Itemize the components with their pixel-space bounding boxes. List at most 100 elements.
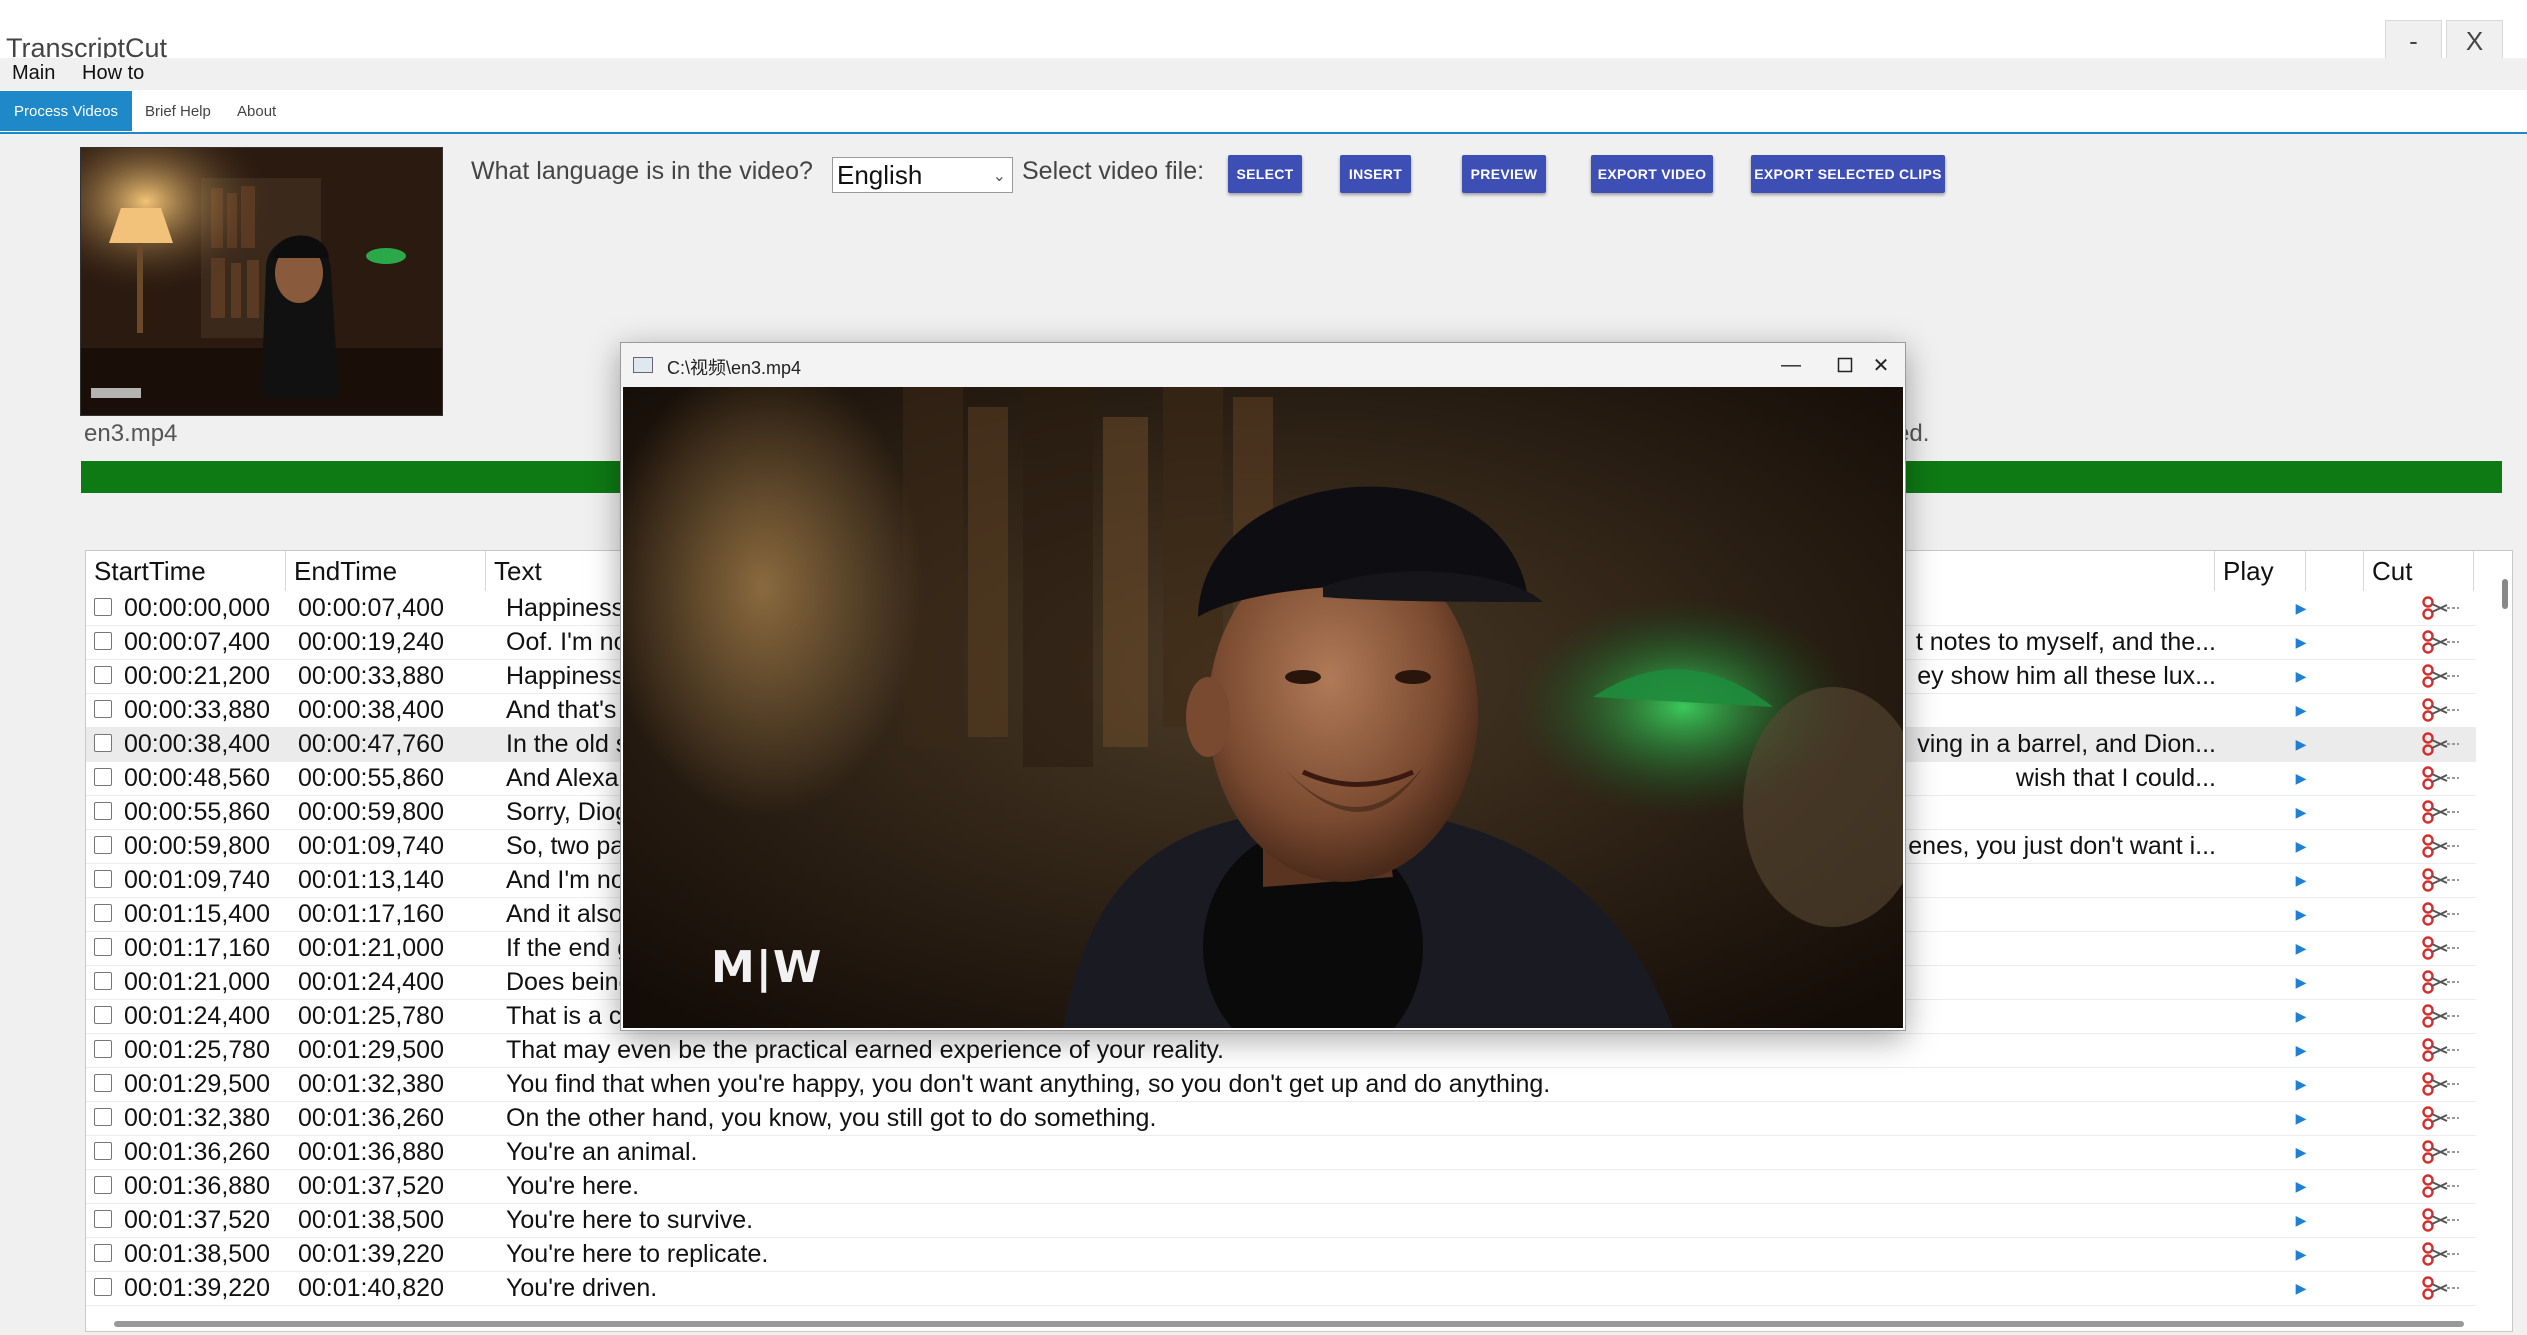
header-play[interactable]: Play — [2214, 551, 2364, 591]
row-checkbox[interactable] — [94, 734, 112, 752]
row-checkbox[interactable] — [94, 632, 112, 650]
row-checkbox[interactable] — [94, 1278, 112, 1296]
cut-scissors-icon[interactable] — [2421, 731, 2461, 757]
row-checkbox[interactable] — [94, 802, 112, 820]
play-icon[interactable]: ▶ — [2286, 1237, 2316, 1271]
table-row[interactable]: 00:01:29,500 00:01:32,380 You find that wh… — [86, 1067, 2476, 1102]
play-icon[interactable]: ▶ — [2286, 795, 2316, 829]
cut-scissors-icon[interactable] — [2421, 867, 2461, 893]
row-checkbox[interactable] — [94, 1176, 112, 1194]
row-checkbox[interactable] — [94, 598, 112, 616]
row-checkbox[interactable] — [94, 904, 112, 922]
header-cut[interactable]: Cut — [2364, 551, 2474, 591]
video-window-title-bar[interactable]: C:\视频\en3.mp4 — ✕ — [621, 343, 1905, 387]
play-icon[interactable]: ▶ — [2286, 591, 2316, 625]
table-row[interactable]: 00:01:38,500 00:01:39,220 You're here to r… — [86, 1237, 2476, 1272]
header-end-time[interactable]: EndTime — [286, 551, 486, 591]
table-row[interactable]: 00:01:32,380 00:01:36,260 On the other han… — [86, 1101, 2476, 1136]
play-icon[interactable]: ▶ — [2286, 1169, 2316, 1203]
cut-scissors-icon[interactable] — [2421, 1003, 2461, 1029]
row-checkbox[interactable] — [94, 938, 112, 956]
play-icon[interactable]: ▶ — [2286, 897, 2316, 931]
cut-scissors-icon[interactable] — [2421, 1241, 2461, 1267]
horizontal-scrollbar[interactable] — [114, 1321, 2464, 1327]
cut-scissors-icon[interactable] — [2421, 901, 2461, 927]
play-icon[interactable]: ▶ — [2286, 931, 2316, 965]
table-row[interactable]: 00:01:25,780 00:01:29,500 That may even be… — [86, 1033, 2476, 1068]
cut-scissors-icon[interactable] — [2421, 1071, 2461, 1097]
row-end-time: 00:00:38,400 — [298, 695, 444, 724]
play-icon[interactable]: ▶ — [2286, 625, 2316, 659]
cut-scissors-icon[interactable] — [2421, 969, 2461, 995]
play-icon[interactable]: ▶ — [2286, 965, 2316, 999]
table-row[interactable]: 00:01:37,520 00:01:38,500 You're here to s… — [86, 1203, 2476, 1238]
table-row[interactable]: 00:01:39,220 00:01:40,820 You're driven. ▶ — [86, 1271, 2476, 1306]
cut-scissors-icon[interactable] — [2421, 1207, 2461, 1233]
row-checkbox[interactable] — [94, 666, 112, 684]
tab-brief-help[interactable]: Brief Help — [131, 91, 225, 131]
row-checkbox[interactable] — [94, 836, 112, 854]
play-icon[interactable]: ▶ — [2286, 727, 2316, 761]
row-checkbox[interactable] — [94, 1142, 112, 1160]
video-thumbnail — [80, 147, 443, 416]
cut-scissors-icon[interactable] — [2421, 833, 2461, 859]
play-icon[interactable]: ▶ — [2286, 1101, 2316, 1135]
play-icon[interactable]: ▶ — [2286, 693, 2316, 727]
menu-how-to[interactable]: How to — [82, 62, 144, 85]
row-start-time: 00:00:21,200 — [124, 661, 270, 690]
row-checkbox[interactable] — [94, 1040, 112, 1058]
cut-scissors-icon[interactable] — [2421, 595, 2461, 621]
minimize-button[interactable]: - — [2385, 20, 2442, 62]
play-icon[interactable]: ▶ — [2286, 659, 2316, 693]
cut-scissors-icon[interactable] — [2421, 1139, 2461, 1165]
cut-scissors-icon[interactable] — [2421, 629, 2461, 655]
select-button[interactable]: SELECT — [1228, 155, 1302, 193]
vertical-scrollbar[interactable] — [2502, 579, 2508, 609]
tab-process-videos[interactable]: Process Videos — [0, 91, 132, 131]
row-checkbox[interactable] — [94, 1074, 112, 1092]
video-window-close-icon[interactable]: ✕ — [1857, 349, 1905, 381]
preview-button[interactable]: PREVIEW — [1462, 155, 1546, 193]
export-selected-clips-button[interactable]: EXPORT SELECTED CLIPS — [1751, 155, 1945, 193]
menu-main[interactable]: Main — [12, 62, 55, 85]
cut-scissors-icon[interactable] — [2421, 765, 2461, 791]
cut-scissors-icon[interactable] — [2421, 663, 2461, 689]
play-icon[interactable]: ▶ — [2286, 863, 2316, 897]
play-icon[interactable]: ▶ — [2286, 761, 2316, 795]
play-icon[interactable]: ▶ — [2286, 1135, 2316, 1169]
row-end-time: 00:01:21,000 — [298, 933, 444, 962]
play-icon[interactable]: ▶ — [2286, 999, 2316, 1033]
row-checkbox[interactable] — [94, 870, 112, 888]
row-start-time: 00:01:17,160 — [124, 933, 270, 962]
cut-scissors-icon[interactable] — [2421, 1275, 2461, 1301]
play-icon[interactable]: ▶ — [2286, 1203, 2316, 1237]
row-start-time: 00:00:33,880 — [124, 695, 270, 724]
play-icon[interactable]: ▶ — [2286, 1067, 2316, 1101]
row-checkbox[interactable] — [94, 972, 112, 990]
row-checkbox[interactable] — [94, 700, 112, 718]
play-icon[interactable]: ▶ — [2286, 1271, 2316, 1305]
language-select[interactable]: English ⌄ — [832, 157, 1013, 193]
row-checkbox[interactable] — [94, 1244, 112, 1262]
row-end-time: 00:01:38,500 — [298, 1205, 444, 1234]
cut-scissors-icon[interactable] — [2421, 697, 2461, 723]
insert-button[interactable]: INSERT — [1340, 155, 1411, 193]
play-icon[interactable]: ▶ — [2286, 829, 2316, 863]
table-row[interactable]: 00:01:36,880 00:01:37,520 You're here. ▶ — [86, 1169, 2476, 1204]
table-row[interactable]: 00:01:36,260 00:01:36,880 You're an animal… — [86, 1135, 2476, 1170]
row-checkbox[interactable] — [94, 1210, 112, 1228]
cut-scissors-icon[interactable] — [2421, 799, 2461, 825]
play-icon[interactable]: ▶ — [2286, 1033, 2316, 1067]
cut-scissors-icon[interactable] — [2421, 1173, 2461, 1199]
export-video-button[interactable]: EXPORT VIDEO — [1591, 155, 1713, 193]
cut-scissors-icon[interactable] — [2421, 935, 2461, 961]
cut-scissors-icon[interactable] — [2421, 1037, 2461, 1063]
tab-about[interactable]: About — [223, 91, 290, 131]
row-checkbox[interactable] — [94, 1108, 112, 1126]
row-checkbox[interactable] — [94, 1006, 112, 1024]
close-button[interactable]: X — [2446, 20, 2503, 62]
cut-scissors-icon[interactable] — [2421, 1105, 2461, 1131]
row-checkbox[interactable] — [94, 768, 112, 786]
header-start-time[interactable]: StartTime — [86, 551, 286, 591]
video-window-minimize-icon[interactable]: — — [1771, 349, 1811, 381]
